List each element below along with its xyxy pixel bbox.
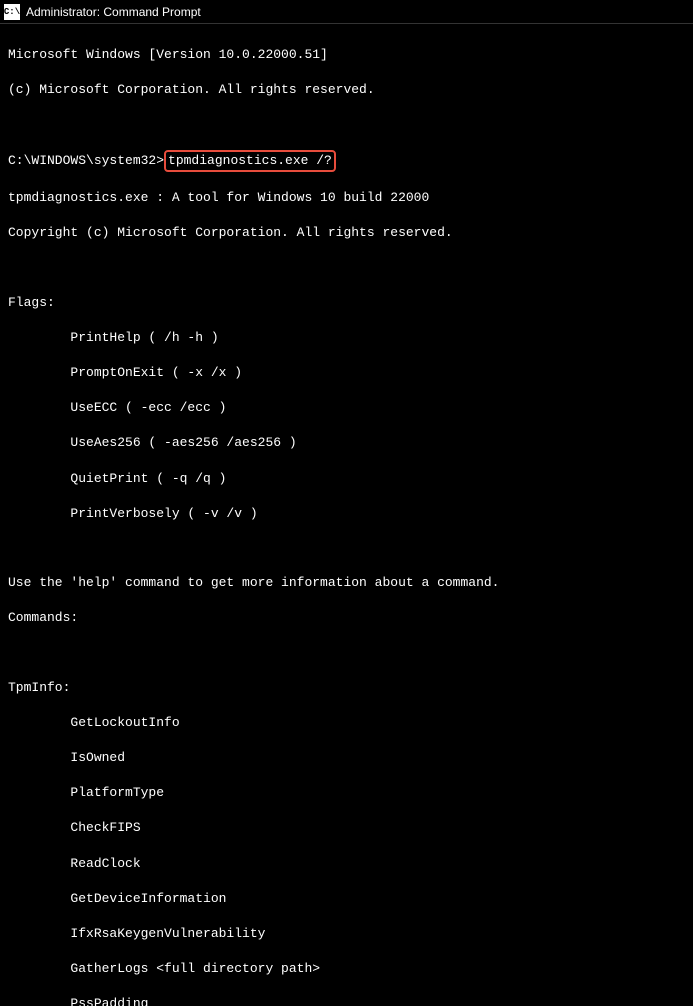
flags-header: Flags: [8, 294, 685, 312]
tpminfo-item: GatherLogs <full directory path> [8, 960, 685, 978]
flag-item: UseECC ( -ecc /ecc ) [8, 399, 685, 417]
tool-copyright: Copyright (c) Microsoft Corporation. All… [8, 224, 685, 242]
cmd-icon: C:\ [4, 4, 20, 20]
flag-item: QuietPrint ( -q /q ) [8, 470, 685, 488]
tpminfo-header: TpmInfo: [8, 679, 685, 697]
flag-item: PrintHelp ( /h -h ) [8, 329, 685, 347]
help-text: Use the 'help' command to get more infor… [8, 574, 685, 592]
tpminfo-item: CheckFIPS [8, 819, 685, 837]
terminal-output: Microsoft Windows [Version 10.0.22000.51… [0, 24, 693, 1006]
tpminfo-item: GetDeviceInformation [8, 890, 685, 908]
tpminfo-item: PssPadding [8, 995, 685, 1006]
tpminfo-item: PlatformType [8, 784, 685, 802]
window-title: Administrator: Command Prompt [26, 5, 201, 19]
command-highlight: tpmdiagnostics.exe /? [164, 150, 336, 172]
os-version-line: Microsoft Windows [Version 10.0.22000.51… [8, 46, 685, 64]
tpminfo-item: GetLockoutInfo [8, 714, 685, 732]
copyright-line: (c) Microsoft Corporation. All rights re… [8, 81, 685, 99]
flag-item: PrintVerbosely ( -v /v ) [8, 505, 685, 523]
tpminfo-item: IsOwned [8, 749, 685, 767]
tpminfo-item: IfxRsaKeygenVulnerability [8, 925, 685, 943]
prompt-path: C:\WINDOWS\system32> [8, 152, 164, 170]
flag-item: UseAes256 ( -aes256 /aes256 ) [8, 434, 685, 452]
tool-description: tpmdiagnostics.exe : A tool for Windows … [8, 189, 685, 207]
command-prompt-line: C:\WINDOWS\system32>tpmdiagnostics.exe /… [8, 150, 685, 172]
title-bar[interactable]: C:\ Administrator: Command Prompt [0, 0, 693, 24]
commands-header: Commands: [8, 609, 685, 627]
tpminfo-item: ReadClock [8, 855, 685, 873]
flag-item: PromptOnExit ( -x /x ) [8, 364, 685, 382]
